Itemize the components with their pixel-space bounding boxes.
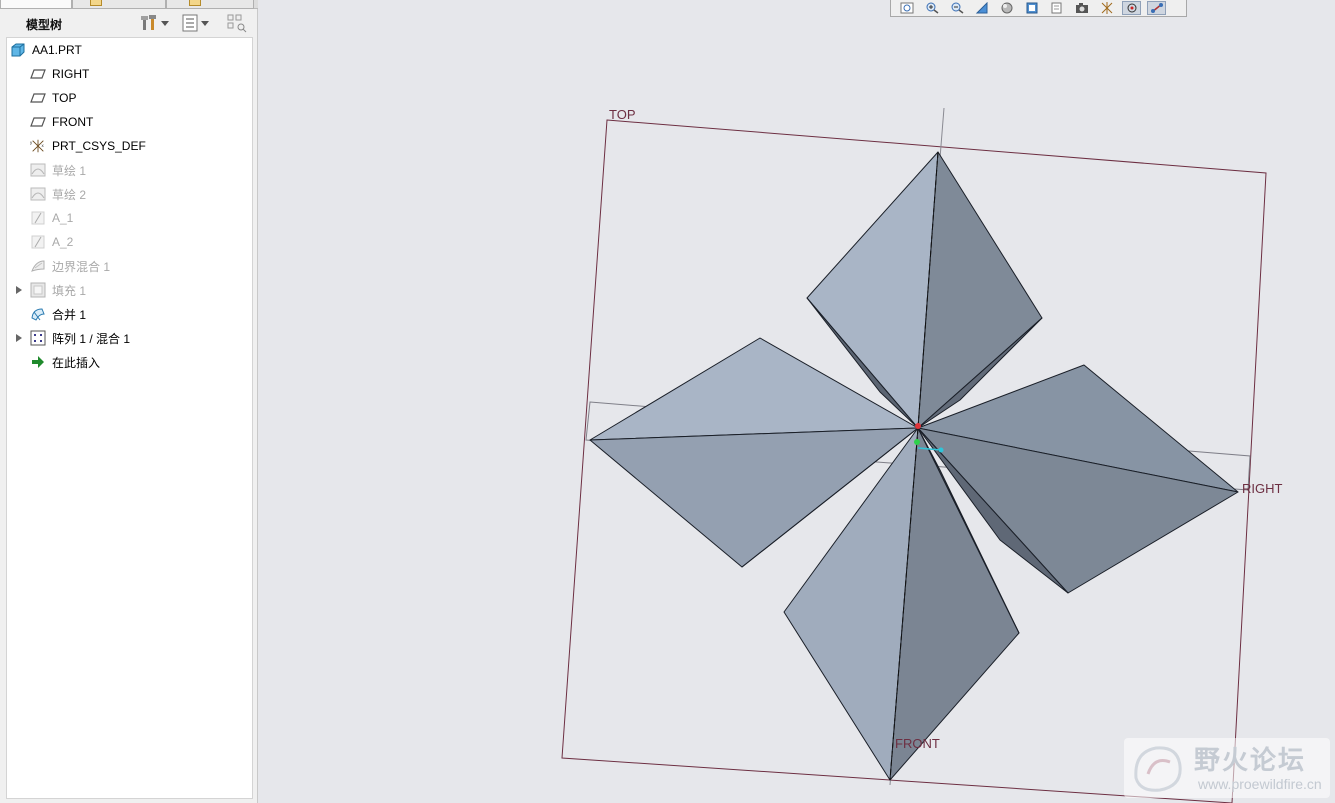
tab-folder-browser[interactable]: [72, 0, 166, 9]
csys-x-marker: [938, 447, 944, 453]
svg-text:x: x: [42, 143, 45, 148]
tree-item-csys[interactable]: yx PRT_CSYS_DEF: [7, 135, 252, 157]
datum-plane-icon: [30, 114, 46, 130]
datum-label-front: FRONT: [895, 736, 940, 751]
tools-icon: [141, 15, 156, 30]
datum-plane-icon: [30, 66, 46, 82]
refit-icon: [900, 2, 913, 14]
watermark-logo-icon: [1134, 746, 1182, 792]
datum-label-right: RIGHT: [1242, 481, 1283, 496]
tree-item-label: RIGHT: [52, 67, 90, 81]
repaint-icon: [975, 2, 987, 14]
datum-plane-icon: [30, 90, 46, 106]
csys-y-marker: [914, 439, 920, 445]
annotation-icon: [1150, 3, 1163, 13]
model-tree: AA1.PRT RIGHT TOP FRONT yx PRT_CSYS_DEF …: [6, 37, 253, 799]
camera-icon: [1075, 3, 1088, 13]
tree-item-fill[interactable]: 填充 1: [7, 279, 252, 301]
tree-item-label: 合并 1: [52, 307, 87, 322]
datum-label-top: TOP: [609, 107, 636, 122]
tree-item-datum-top[interactable]: TOP: [7, 87, 252, 109]
show-columns-button[interactable]: [182, 13, 209, 33]
sketch-icon: [30, 162, 46, 178]
merge-icon: [30, 306, 46, 322]
datum-axis-icon: [30, 210, 46, 226]
forum-watermark: 野火论坛 www.proewildfire.cn: [1124, 738, 1330, 798]
tree-settings-button[interactable]: [140, 13, 169, 33]
refit-button[interactable]: [897, 1, 916, 15]
tree-item-merge[interactable]: 合并 1: [7, 303, 252, 325]
tree-filter-icon: [227, 14, 247, 33]
datum-display-icon: [1101, 2, 1112, 14]
csys-origin-marker: [915, 423, 921, 429]
folder-icon: [90, 0, 102, 6]
boundary-blend-icon: [30, 258, 46, 274]
tree-item-datum-front[interactable]: FRONT: [7, 111, 252, 133]
tab-favorites[interactable]: [166, 0, 254, 9]
saved-views-button[interactable]: [1022, 1, 1041, 15]
tree-item-label: A_2: [52, 235, 74, 249]
model-tree-title: 模型树: [26, 18, 63, 32]
spin-center-icon: [1127, 3, 1136, 13]
watermark-title: 野火论坛: [1194, 746, 1307, 776]
tree-item-label: 阵列 1 / 混合 1: [52, 331, 131, 346]
shading-button[interactable]: [997, 1, 1016, 15]
datum-axis-icon: [30, 234, 46, 250]
datum-display-button[interactable]: [1097, 1, 1116, 15]
tree-filter-button[interactable]: [226, 13, 248, 33]
tree-item-axis-a1[interactable]: A_1: [7, 207, 252, 229]
fill-icon: [30, 282, 46, 298]
chevron-down-icon: [161, 20, 169, 26]
tree-item-label: PRT_CSYS_DEF: [52, 139, 146, 153]
layers-icon: [1051, 2, 1061, 14]
tree-item-label: A_1: [52, 211, 74, 225]
tree-item-label: 在此插入: [52, 355, 101, 370]
zoom-out-icon: [951, 2, 963, 14]
spin-center-button[interactable]: [1122, 1, 1141, 15]
graphics-viewport[interactable]: TOP RIGHT FRONT: [259, 0, 1335, 803]
watermark-url: www.proewildfire.cn: [1198, 776, 1322, 792]
tree-item-pattern[interactable]: 阵列 1 / 混合 1: [7, 327, 252, 349]
list-settings-icon: [182, 14, 198, 32]
saved-views-icon: [1026, 2, 1037, 14]
tree-item-insert-here[interactable]: 在此插入: [7, 351, 252, 373]
model-tree-toolbar: 模型树: [6, 10, 253, 36]
layers-button[interactable]: [1047, 1, 1066, 15]
tree-item-label: TOP: [52, 91, 77, 105]
csys-icon: yx: [30, 138, 46, 154]
tree-item-label: 草绘 2: [52, 187, 87, 202]
expand-arrow-icon[interactable]: [16, 286, 22, 294]
tree-item-label: 边界混合 1: [52, 259, 111, 274]
zoom-in-icon: [926, 2, 938, 14]
tree-item-label: AA1.PRT: [32, 43, 82, 57]
chevron-down-icon: [201, 20, 209, 26]
pattern-icon: [30, 330, 46, 346]
sketch-icon: [30, 186, 46, 202]
part-icon: [10, 42, 26, 58]
model-scene[interactable]: TOP RIGHT FRONT: [259, 0, 1335, 803]
shading-icon: [1001, 2, 1012, 14]
navigator-tabs: [0, 0, 258, 9]
model-tree-panel: 模型树 AA1.PRT RIGHT TOP FRONT y x PRT_CSYS…: [0, 0, 258, 803]
zoom-out-button[interactable]: [947, 1, 966, 15]
favorites-icon: [189, 0, 201, 6]
insert-here-icon: [30, 354, 46, 370]
tree-item-part[interactable]: AA1.PRT: [7, 39, 252, 61]
tab-model-tree[interactable]: [0, 0, 72, 9]
view-toolbar: [890, 0, 1187, 17]
tree-item-boundary-blend[interactable]: 边界混合 1: [7, 255, 252, 277]
zoom-in-button[interactable]: [922, 1, 941, 15]
camera-button[interactable]: [1072, 1, 1091, 15]
annotation-button[interactable]: [1147, 1, 1166, 15]
tree-item-label: 填充 1: [52, 283, 87, 298]
expand-arrow-icon[interactable]: [16, 334, 22, 342]
repaint-button[interactable]: [972, 1, 991, 15]
tree-item-sketch-1[interactable]: 草绘 1: [7, 159, 252, 181]
tree-item-label: 草绘 1: [52, 163, 87, 178]
tree-item-datum-right[interactable]: RIGHT: [7, 63, 252, 85]
tree-item-label: FRONT: [52, 115, 94, 129]
tree-item-sketch-2[interactable]: 草绘 2: [7, 183, 252, 205]
tree-item-axis-a2[interactable]: A_2: [7, 231, 252, 253]
